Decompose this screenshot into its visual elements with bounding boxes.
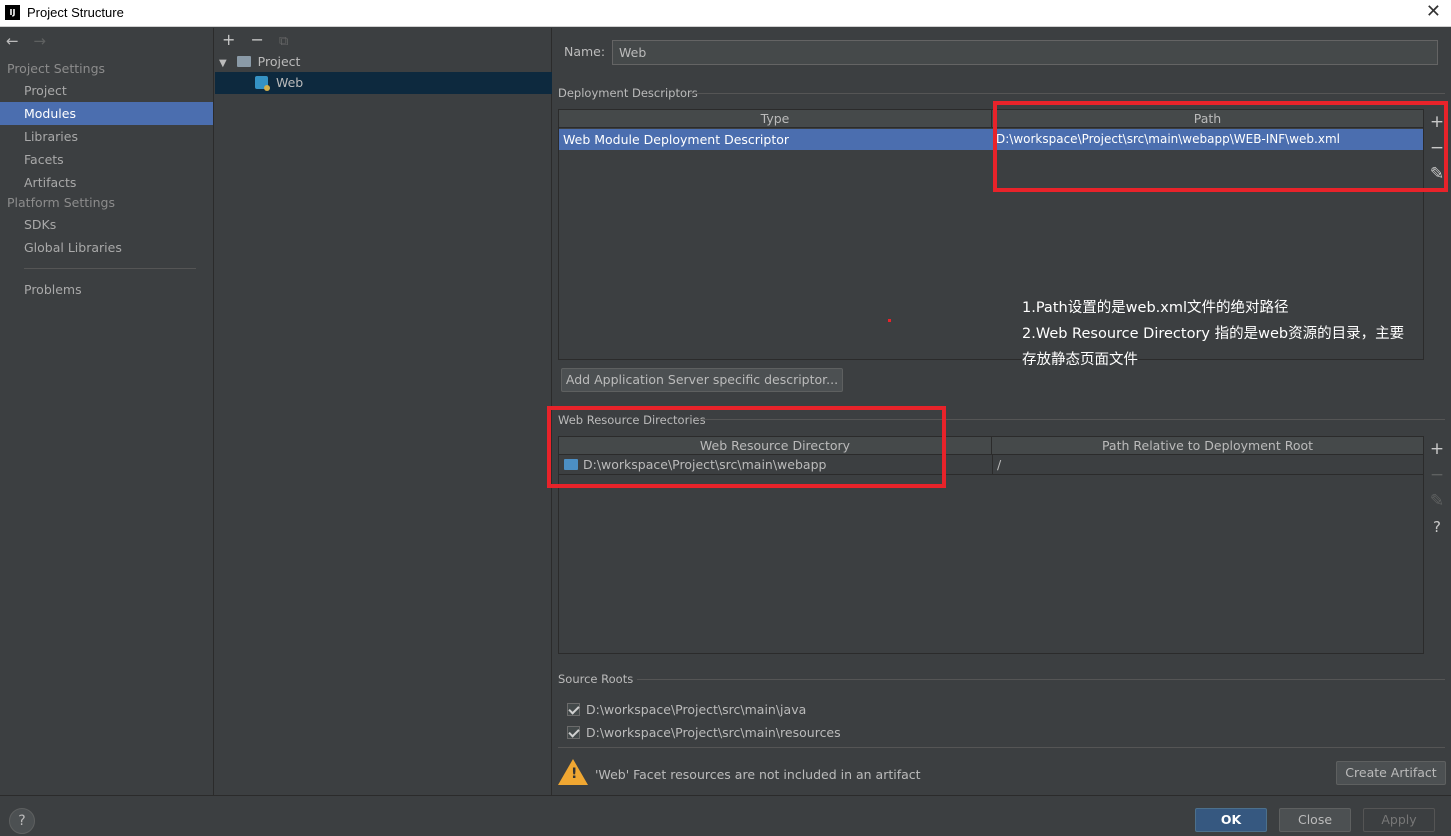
- add-server-descriptor-button[interactable]: Add Application Server specific descript…: [561, 368, 843, 392]
- warning-exclamation: !: [571, 766, 578, 782]
- source-roots-title: Source Roots: [558, 672, 634, 686]
- source-root-resources[interactable]: D:\workspace\Project\src\main\resources: [567, 723, 841, 743]
- back-arrow-icon[interactable]: ←: [6, 32, 19, 50]
- annotation-box-web-resource: [547, 406, 946, 488]
- name-input[interactable]: Web: [612, 40, 1438, 65]
- forward-arrow-icon[interactable]: →: [33, 32, 46, 50]
- close-icon[interactable]: ✕: [1426, 1, 1441, 22]
- group-separator: [637, 679, 1445, 680]
- add-icon[interactable]: +: [1425, 436, 1449, 462]
- sidebar-item-sdks[interactable]: SDKs: [0, 213, 213, 236]
- relative-path-cell: /: [992, 454, 1423, 475]
- tree-node-web[interactable]: Web: [215, 72, 552, 94]
- sidebar-item-project[interactable]: Project: [0, 79, 213, 102]
- name-label: Name:: [564, 44, 606, 59]
- source-root-path: D:\workspace\Project\src\main\resources: [586, 725, 841, 740]
- sidebar-item-global-libraries[interactable]: Global Libraries: [0, 236, 213, 259]
- annotation-note-3: 存放静态页面文件: [1022, 352, 1138, 368]
- tree-node-project[interactable]: ▼ Project: [215, 51, 552, 73]
- intellij-logo-icon: IJ: [5, 5, 20, 20]
- folder-icon: [236, 56, 251, 67]
- close-button[interactable]: Close: [1279, 808, 1351, 832]
- tree-node-label: Web: [275, 75, 304, 90]
- ok-button[interactable]: OK: [1195, 808, 1267, 832]
- sidebar-divider: [24, 268, 196, 269]
- window-titlebar: IJ Project Structure ✕: [0, 0, 1451, 27]
- checkbox[interactable]: [567, 703, 580, 716]
- remove-icon[interactable]: −: [1425, 462, 1449, 488]
- module-tree-panel: + − ⧉ ▼ Project Web: [215, 28, 552, 795]
- expand-triangle-icon[interactable]: ▼: [219, 58, 227, 69]
- add-icon[interactable]: +: [222, 30, 235, 49]
- column-header-path-relative[interactable]: Path Relative to Deployment Root: [992, 437, 1423, 455]
- descriptor-type-cell: Web Module Deployment Descriptor: [563, 132, 790, 147]
- remove-icon[interactable]: −: [251, 30, 264, 49]
- help-button[interactable]: ?: [9, 808, 35, 834]
- copy-icon[interactable]: ⧉: [279, 34, 288, 49]
- sidebar-item-facets[interactable]: Facets: [0, 148, 213, 171]
- column-header-type[interactable]: Type: [559, 110, 992, 128]
- resource-side-toolbar: + − ✎ ?: [1425, 436, 1449, 540]
- group-separator: [690, 93, 1445, 94]
- sidebar-item-problems[interactable]: Problems: [0, 278, 213, 301]
- sidebar-item-libraries[interactable]: Libraries: [0, 125, 213, 148]
- edit-icon[interactable]: ✎: [1425, 488, 1449, 514]
- sidebar-item-artifacts[interactable]: Artifacts: [0, 171, 213, 194]
- source-root-path: D:\workspace\Project\src\main\java: [586, 702, 807, 717]
- annotation-note-1: 1.Path设置的是web.xml文件的绝对路径: [1022, 300, 1289, 316]
- checkbox[interactable]: [567, 726, 580, 739]
- section-platform-settings: Platform Settings: [7, 195, 115, 210]
- source-root-java[interactable]: D:\workspace\Project\src\main\java: [567, 700, 806, 720]
- annotation-box-path: [993, 101, 1448, 192]
- settings-sidebar: ← → Project Settings Project Modules Lib…: [0, 28, 214, 795]
- tree-node-label: Project: [257, 54, 301, 69]
- section-project-settings: Project Settings: [7, 61, 106, 76]
- help-icon[interactable]: ?: [1425, 514, 1449, 540]
- tree-toolbar: + − ⧉: [222, 30, 298, 49]
- annotation-note-2: 2.Web Resource Directory 指的是web资源的目录，主要: [1022, 326, 1405, 342]
- deployment-descriptors-title: Deployment Descriptors: [558, 86, 698, 100]
- create-artifact-button[interactable]: Create Artifact: [1336, 761, 1446, 785]
- dialog-footer: ? OK Close Apply: [0, 795, 1451, 836]
- apply-button[interactable]: Apply: [1363, 808, 1435, 832]
- annotation-dot: [888, 319, 891, 322]
- nav-arrows: ← →: [6, 32, 46, 50]
- facet-warning-text: 'Web' Facet resources are not included i…: [595, 767, 921, 782]
- group-separator: [558, 747, 1445, 748]
- web-module-icon: [255, 76, 270, 91]
- sidebar-item-modules[interactable]: Modules: [0, 102, 213, 125]
- window-title: Project Structure: [27, 5, 124, 20]
